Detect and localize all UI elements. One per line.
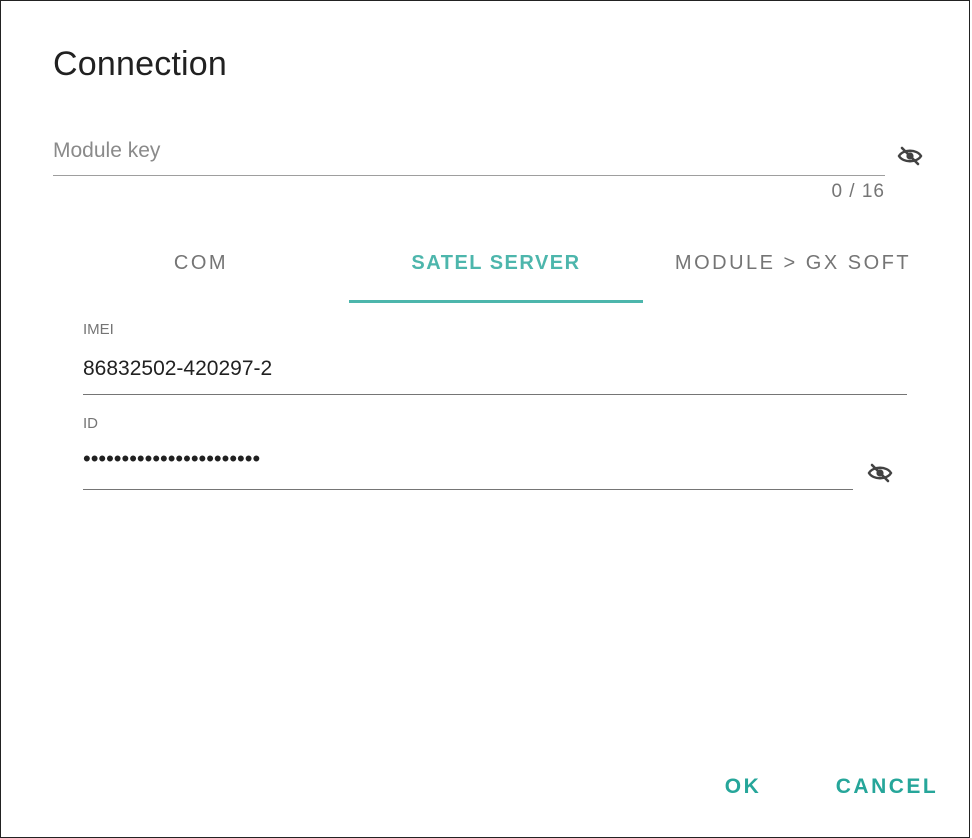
active-tab-indicator <box>349 300 643 303</box>
dialog-title: Connection <box>53 45 228 83</box>
tab-satel-server[interactable]: SATEL SERVER <box>349 223 643 303</box>
module-key-input[interactable] <box>53 131 885 171</box>
module-key-field[interactable] <box>53 131 885 176</box>
connection-dialog: Connection 0 / 16 COM SATEL SERVER MODUL… <box>0 0 970 838</box>
imei-label: IMEI <box>83 321 114 338</box>
connection-tabs: COM SATEL SERVER MODULE > GX SOFT <box>53 223 943 303</box>
imei-field[interactable] <box>83 349 907 395</box>
eye-off-icon[interactable] <box>867 462 893 484</box>
tab-module-gx-soft[interactable]: MODULE > GX SOFT <box>643 223 943 303</box>
module-key-counter: 0 / 16 <box>831 181 885 202</box>
id-label: ID <box>83 415 98 432</box>
id-field[interactable] <box>83 439 853 490</box>
eye-off-icon[interactable] <box>897 145 923 167</box>
id-input[interactable] <box>83 439 853 479</box>
tab-com[interactable]: COM <box>53 223 349 303</box>
imei-input[interactable] <box>83 349 907 389</box>
cancel-button[interactable]: CANCEL <box>827 763 947 811</box>
ok-button[interactable]: OK <box>713 763 773 811</box>
